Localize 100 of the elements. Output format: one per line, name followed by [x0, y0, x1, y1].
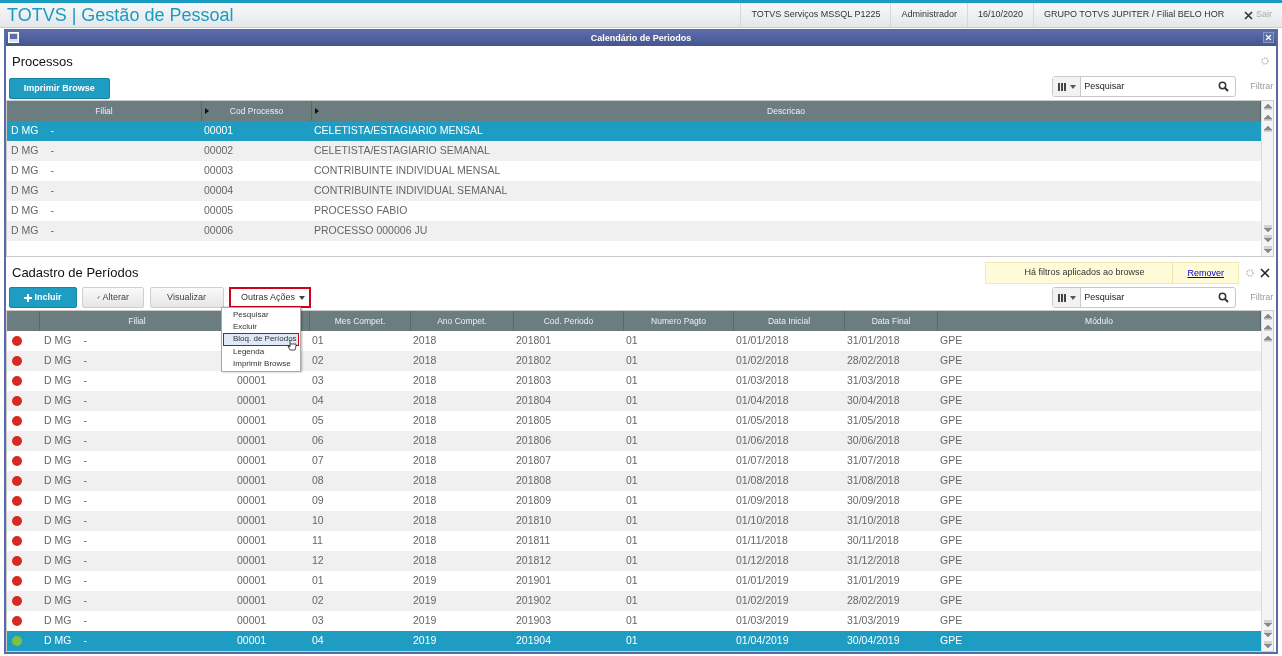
search-field[interactable]: Pesquisar	[1052, 287, 1237, 308]
table-row[interactable]: D MG - 00001 CELETISTA/ESTAGIARIO MENSAL	[7, 121, 1261, 142]
table-row[interactable]: D MG - 00001 02 2019 201902 01 01/02/2019 28/02/2019 GPE	[7, 591, 1261, 611]
table-row[interactable]: D MG - 00006 PROCESSO 000006 JU	[7, 221, 1261, 242]
table-cell: GPE	[940, 633, 963, 649]
table-cell: 08	[312, 473, 324, 489]
table-row[interactable]: D MG - 00001 08 2018 201808 01 01/08/2018 31/08/2018 GPE	[7, 471, 1261, 491]
remove-link[interactable]: Remover	[1172, 263, 1238, 283]
table-cell: 201803	[516, 373, 552, 389]
table-cell: GPE	[940, 353, 963, 369]
table-cell: GPE	[940, 573, 963, 589]
add-button[interactable]: Incluir	[8, 287, 77, 308]
table-cell: 2018	[413, 393, 437, 409]
menu-item[interactable]: Imprimir Browse	[223, 357, 299, 370]
table-cell: 01	[626, 593, 638, 609]
table-cell: 00001	[237, 453, 267, 469]
close-icon[interactable]	[1260, 268, 1270, 278]
scroll-down-icon[interactable]	[1262, 235, 1273, 244]
table-row[interactable]: D MG - 00001 10 2018 201810 01 01/10/2018 31/10/2018 GPE	[7, 511, 1261, 531]
table-cell: 01/04/2018	[736, 393, 789, 409]
table-cell: 01/02/2018	[736, 353, 789, 369]
column-header[interactable]: Data Final	[845, 311, 938, 331]
table-cell-text: D MG	[11, 123, 39, 139]
table-cell: 31/03/2018	[847, 373, 900, 389]
view-button[interactable]: Visualizar	[149, 287, 224, 308]
plus-icon	[23, 293, 32, 302]
table-cell: GPE	[940, 413, 963, 429]
table-cell: 01/03/2018	[736, 373, 789, 389]
table-cell: GPE	[940, 513, 963, 529]
table-cell: 201801	[516, 333, 552, 349]
column-header[interactable]: Descricao	[312, 101, 1261, 122]
scroll-down-icon[interactable]	[1262, 224, 1273, 233]
search-field[interactable]: Pesquisar	[1052, 76, 1237, 98]
table-cell: -	[83, 333, 87, 349]
edit-button[interactable]: Alterar	[82, 287, 144, 308]
table-row[interactable]: D MG - 00004 CONTRIBUINTE INDIVIDUAL SEMANAL	[7, 181, 1261, 202]
table-cell: 28/02/2019	[847, 593, 900, 609]
scroll-up-icon[interactable]	[1262, 103, 1273, 112]
scroll-up-icon[interactable]	[1262, 124, 1273, 133]
table-cell: -	[83, 493, 87, 509]
table-cell: 2018	[413, 333, 437, 349]
more-actions-button[interactable]: Outras Ações	[229, 287, 311, 308]
table-cell: 02	[312, 353, 324, 369]
column-header[interactable]: Data Inicial	[734, 311, 845, 331]
column-header[interactable]: Numero Pagto	[624, 311, 734, 331]
table-cell-text: D MG	[11, 203, 39, 219]
column-header[interactable]: Filial	[7, 101, 202, 122]
settings-icon[interactable]	[1260, 56, 1270, 67]
table-cell: GPE	[940, 393, 963, 409]
table-cell: 01/01/2018	[736, 333, 789, 349]
table-row[interactable]: D MG - 00001 04 2018 201804 01 01/04/2018 30/04/2018 GPE	[7, 391, 1261, 411]
scroll-up-icon[interactable]	[1262, 323, 1273, 332]
settings-icon[interactable]	[1244, 268, 1255, 278]
table-cell-text: 00003	[204, 163, 234, 179]
company-label: GRUPO TOTVS JUPITER / Filial BELO HOR	[1044, 8, 1225, 22]
table-row[interactable]: D MG - 00001 04 2019 201904 01 01/04/2019 30/04/2019 GPE	[7, 631, 1261, 651]
table-cell: GPE	[940, 493, 963, 509]
scroll-up-icon[interactable]	[1262, 313, 1273, 321]
table-cell: 201901	[516, 573, 552, 589]
table-cell: 01	[626, 453, 638, 469]
table-cell: 01	[626, 413, 638, 429]
table-cell: 01/05/2018	[736, 413, 789, 429]
scroll-down-icon[interactable]	[1262, 630, 1273, 639]
scroll-down-icon[interactable]	[1262, 619, 1273, 628]
column-header[interactable]: Cod Processo	[202, 101, 312, 122]
table-cell: 31/03/2019	[847, 613, 900, 629]
scroll-down-icon[interactable]	[1262, 246, 1273, 254]
table-cell: -	[83, 473, 87, 489]
table-row[interactable]: D MG - 00002 CELETISTA/ESTAGIARIO SEMANAL	[7, 141, 1261, 162]
table-row[interactable]: D MG - 00001 12 2018 201812 01 01/12/2018 31/12/2018 GPE	[7, 551, 1261, 571]
table-cell: -	[83, 413, 87, 429]
column-header[interactable]: Ano Compet.	[411, 311, 514, 331]
table-cell: 04	[312, 633, 324, 649]
table-cell: 201802	[516, 353, 552, 369]
table-cell: D MG	[44, 453, 72, 469]
table-cell: 2018	[413, 493, 437, 509]
table-cell: 201804	[516, 393, 552, 409]
table-cell-text: 00006	[204, 223, 234, 239]
scroll-up-icon[interactable]	[1262, 334, 1273, 343]
table-cell: 02	[312, 593, 324, 609]
column-header[interactable]: Módulo	[938, 311, 1261, 331]
table-cell: 201808	[516, 473, 552, 489]
table-cell: D MG	[44, 473, 72, 489]
hand-cursor-icon	[287, 339, 297, 353]
filter-link[interactable]: Filtrar	[1236, 79, 1274, 94]
table-cell-text: -	[50, 183, 54, 199]
scroll-up-icon[interactable]	[1262, 113, 1273, 122]
column-header[interactable]: Mes Compet.	[310, 311, 411, 331]
table-cell: 2018	[413, 553, 437, 569]
table-cell: 31/05/2018	[847, 413, 900, 429]
column-header[interactable]: Cod. Periodo	[514, 311, 624, 331]
scroll-down-icon[interactable]	[1262, 641, 1273, 649]
table-cell: GPE	[940, 333, 963, 349]
print-button[interactable]: Imprimir Browse	[8, 78, 110, 100]
table-row[interactable]: D MG - 00001 06 2018 201806 01 01/06/2018 30/06/2018 GPE	[7, 431, 1261, 451]
table-cell-text: 00004	[204, 183, 234, 199]
table-cell: GPE	[940, 453, 963, 469]
columns-icon	[1057, 81, 1068, 92]
sort-arrow-icon	[315, 108, 319, 115]
filter-link[interactable]: Filtrar	[1236, 290, 1274, 305]
